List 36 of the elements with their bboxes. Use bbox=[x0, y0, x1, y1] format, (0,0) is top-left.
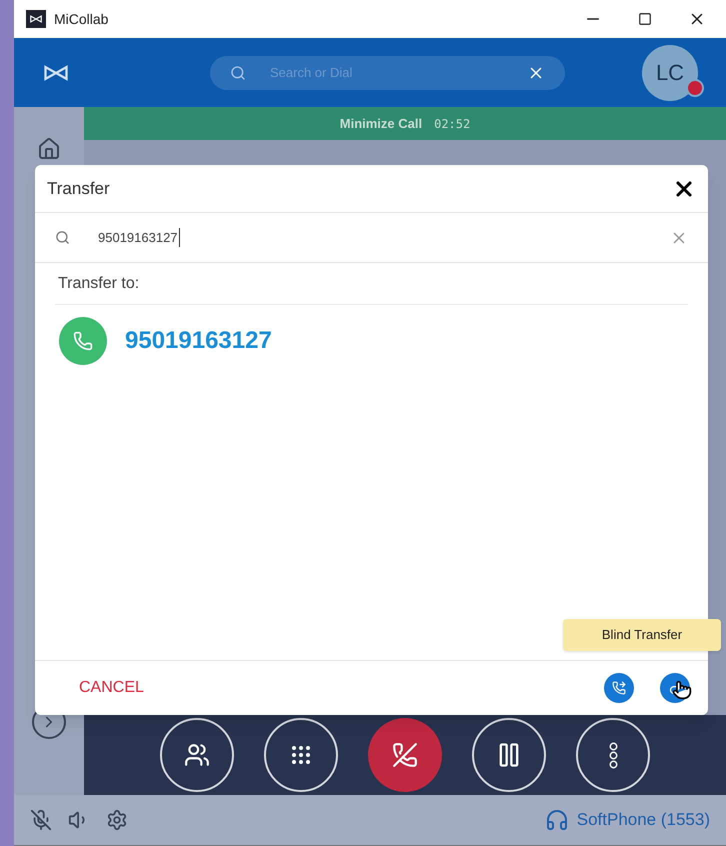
people-icon bbox=[184, 742, 210, 768]
maximize-icon[interactable] bbox=[638, 12, 652, 26]
hand-cursor-icon bbox=[672, 680, 692, 700]
tooltip: Blind Transfer bbox=[563, 619, 721, 651]
search-icon bbox=[230, 64, 246, 80]
section-label: Transfer to: bbox=[58, 274, 140, 294]
minimize-call-bar[interactable]: Minimize Call 02:52 bbox=[84, 107, 726, 140]
logo-icon bbox=[29, 14, 43, 24]
consult-transfer-button[interactable] bbox=[604, 673, 634, 703]
home-icon[interactable] bbox=[37, 137, 61, 161]
search-value: 95019163127 bbox=[98, 228, 180, 248]
search-placeholder: Search or Dial bbox=[270, 64, 352, 82]
device-selector[interactable]: SoftPhone (1553) bbox=[544, 807, 710, 833]
search-icon bbox=[55, 230, 70, 245]
minimize-call-label: Minimize Call bbox=[340, 114, 422, 133]
transfer-search-field[interactable]: 95019163127 bbox=[35, 213, 708, 263]
dialpad-icon bbox=[289, 743, 313, 767]
phone-forward-icon bbox=[612, 681, 626, 695]
mute-icon[interactable] bbox=[30, 809, 52, 831]
settings-icon[interactable] bbox=[106, 809, 128, 831]
logo-icon bbox=[42, 62, 70, 82]
hold-button[interactable] bbox=[472, 718, 546, 792]
dialpad-button[interactable] bbox=[264, 718, 338, 792]
hang-up-icon bbox=[392, 742, 418, 768]
avatar[interactable]: LC bbox=[642, 44, 698, 100]
phone-icon bbox=[73, 331, 93, 351]
call-timer: 02:52 bbox=[434, 116, 470, 132]
transfer-result[interactable]: 95019163127 bbox=[35, 305, 708, 377]
conference-button[interactable] bbox=[160, 718, 234, 792]
headset-icon bbox=[544, 808, 569, 832]
more-icon bbox=[608, 742, 618, 768]
window-title: MiCollab bbox=[54, 10, 108, 28]
cancel-button[interactable]: CANCEL bbox=[79, 676, 144, 700]
result-number: 95019163127 bbox=[125, 326, 272, 356]
more-button[interactable] bbox=[576, 718, 650, 792]
dialog-title: Transfer bbox=[47, 178, 110, 200]
